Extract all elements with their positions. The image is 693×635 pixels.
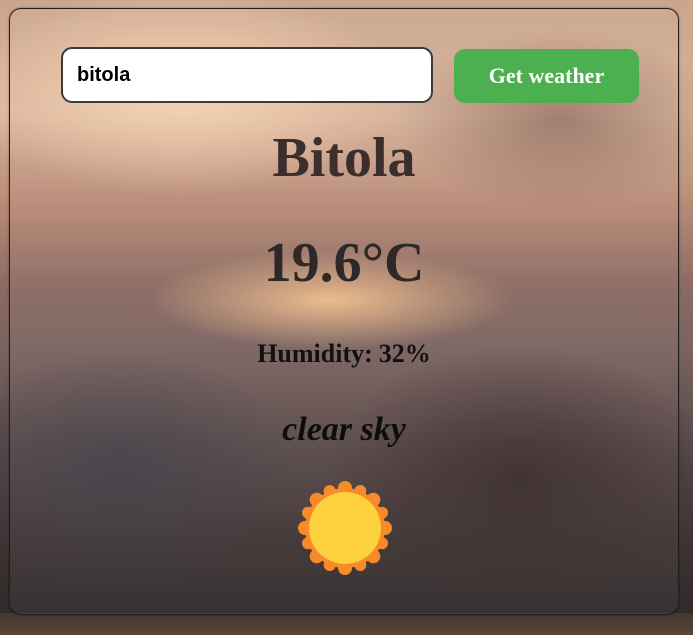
humidity-label: Humidity: — [257, 339, 373, 368]
get-weather-button[interactable]: Get weather — [454, 49, 639, 103]
sun-icon — [297, 480, 393, 576]
temperature: 19.6°C — [263, 232, 425, 294]
humidity-value: 32% — [378, 339, 431, 368]
city-search-input[interactable] — [61, 47, 433, 103]
background-scenery — [0, 613, 693, 635]
weather-description: clear sky — [282, 411, 406, 448]
humidity: Humidity: 32% — [10, 339, 678, 369]
search-row: Get weather — [61, 47, 641, 105]
city-name: Bitola — [272, 127, 416, 189]
weather-card: Get weather Bitola 19.6°C Humidity:32% c… — [9, 8, 679, 615]
